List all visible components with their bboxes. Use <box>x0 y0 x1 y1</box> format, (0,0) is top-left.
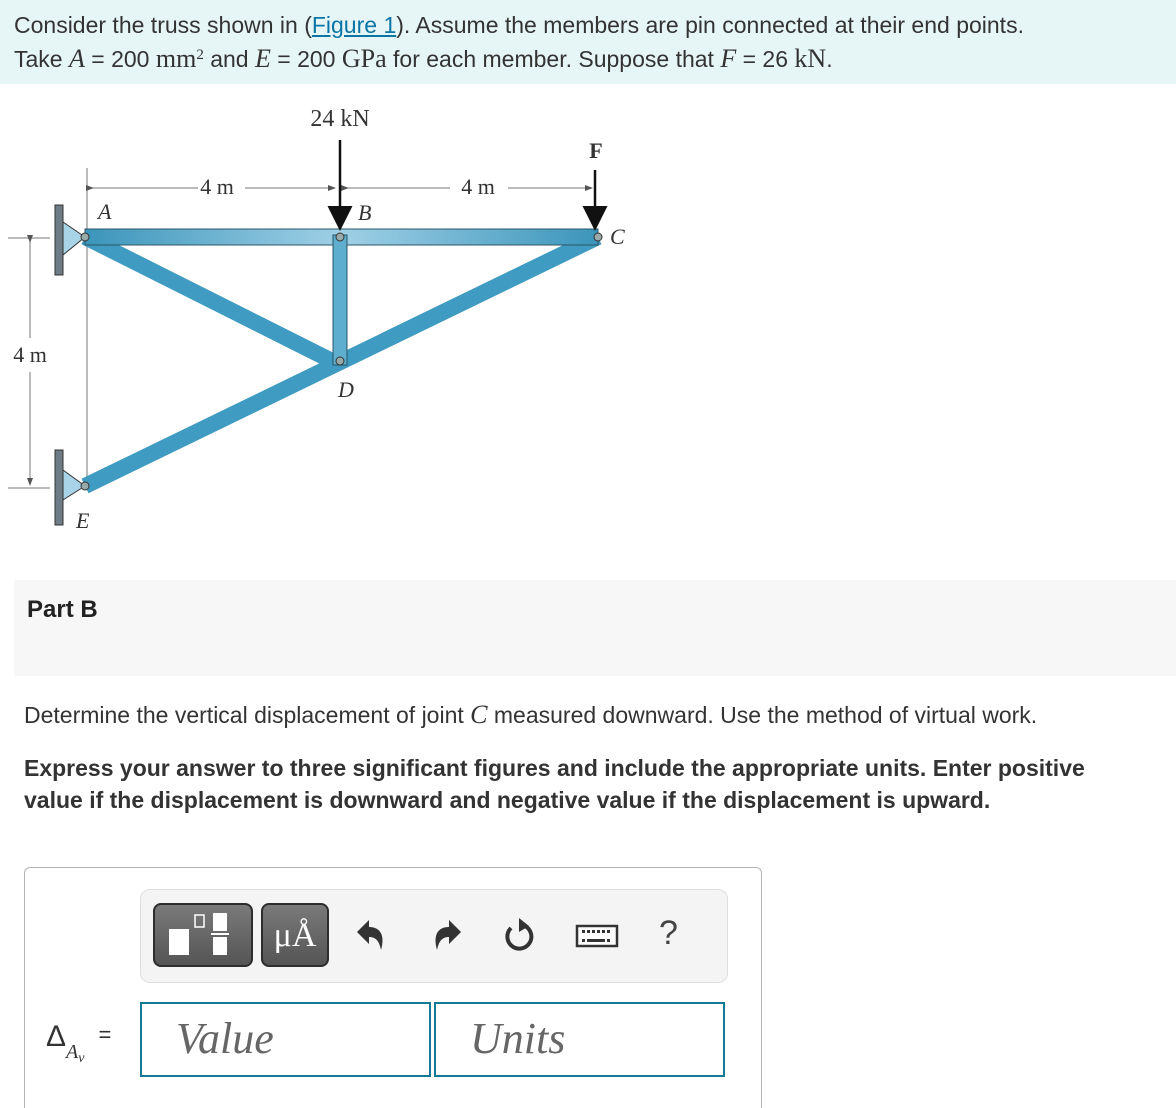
var-F: F <box>720 44 737 73</box>
part-label: Part B <box>27 596 98 623</box>
templates-icon <box>169 913 229 955</box>
part-header: Part B <box>14 580 1176 676</box>
undo-icon[interactable] <box>351 914 391 958</box>
dim-label-ab: 4 m <box>200 174 234 199</box>
var-A: A <box>68 44 85 73</box>
problem-statement: Consider the truss shown in (Figure 1). … <box>0 0 1176 84</box>
load-label-b: 24 kN <box>310 106 369 132</box>
help-button[interactable]: ? <box>659 914 678 953</box>
figure-link[interactable]: Figure 1 <box>312 12 396 38</box>
keyboard-icon[interactable] <box>575 914 621 958</box>
dim-label-bc: 4 m <box>461 174 495 199</box>
dimension-lines <box>8 168 593 490</box>
var-C: C <box>470 700 488 729</box>
value-input[interactable]: Value <box>140 1002 431 1077</box>
var-E: E <box>254 44 271 73</box>
units-button[interactable]: μÅ <box>261 903 329 967</box>
question-text: Determine the vertical displacement of j… <box>24 700 1038 729</box>
units-input[interactable]: Units <box>434 1002 725 1077</box>
reset-icon[interactable] <box>499 914 539 958</box>
templates-button[interactable] <box>153 903 253 967</box>
instructions: Express your answer to three significant… <box>24 755 1085 813</box>
intro-line-1: Consider the truss shown in (Figure 1). … <box>14 12 1024 38</box>
wall-support-e <box>54 449 64 526</box>
wall-support-a <box>54 204 64 276</box>
dim-label-ae: 4 m <box>13 342 47 367</box>
truss-figure: 4 m 4 m 4 m 24 kN F A B C D E <box>8 106 625 533</box>
answer-label: ΔAv= <box>46 1020 112 1066</box>
intro-line-2: Take A = 200 mm2 and E = 200 GPa for eac… <box>14 44 833 73</box>
joint-label-c: C <box>610 224 625 249</box>
joint-label-b: B <box>358 200 371 225</box>
redo-icon[interactable] <box>427 914 467 958</box>
joint-label-e: E <box>75 508 90 533</box>
joint-label-a: A <box>96 199 112 224</box>
math-toolbar: μÅ ? <box>140 889 728 983</box>
joint-label-d: D <box>337 377 354 402</box>
load-label-c: F <box>589 138 602 163</box>
